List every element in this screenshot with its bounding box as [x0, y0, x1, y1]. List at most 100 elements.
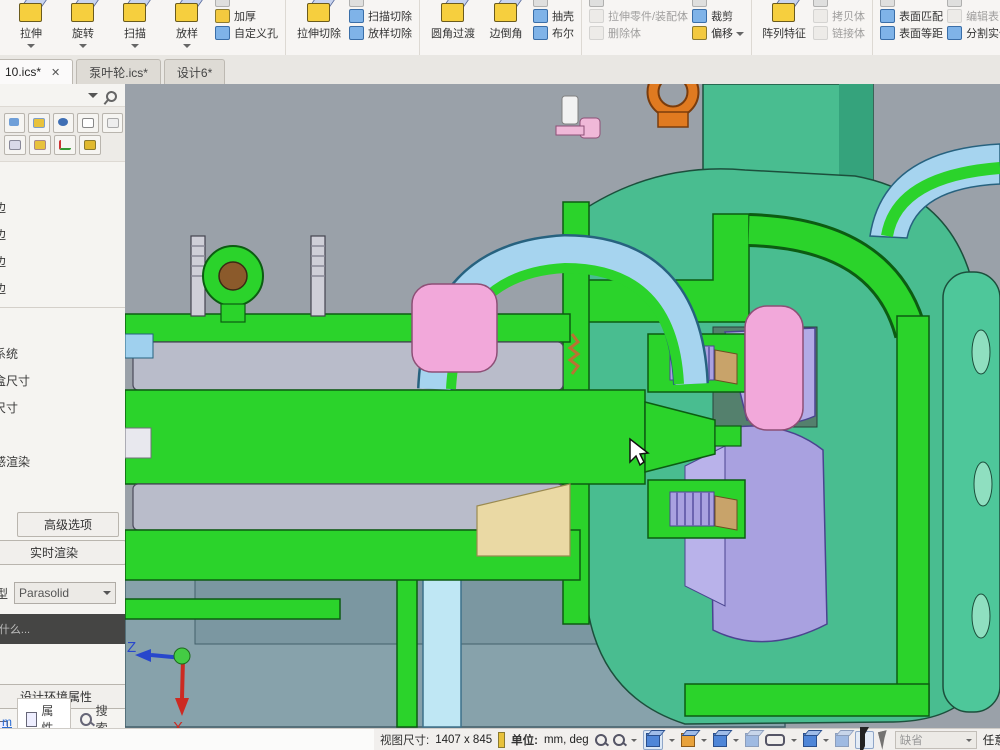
extrude-part-assembly-button[interactable]: 拉伸零件/装配体 [589, 7, 688, 24]
body-column-2: 裁剪 偏移 [692, 0, 744, 41]
video-overlay[interactable]: ❮ 什么... [0, 614, 126, 644]
tree-item-hidden-edges[interactable]: 隐藏边 [0, 276, 125, 303]
tree-item-surface-edges[interactable]: 曲面边 [0, 222, 125, 249]
copy-body-icon [813, 9, 828, 23]
document-tab-design6[interactable]: 设计6* [164, 59, 225, 84]
delete-body-button[interactable]: 删除体 [589, 24, 688, 41]
glasses-icon[interactable] [765, 734, 785, 746]
camera-cube-icon[interactable] [713, 733, 727, 747]
parts-icon[interactable] [29, 135, 51, 155]
edit-sheet-icon[interactable] [77, 113, 98, 133]
properties-panel: 显示 零件边 曲面边 轮廓边 隐藏边 光源 坐标系统 包围盒尺寸 物理尺寸 渲染… [0, 84, 126, 728]
chevron-down-icon[interactable] [79, 44, 87, 52]
document-tab-current[interactable]: 10.ics* ✕ [0, 59, 73, 84]
thicken-button[interactable]: 加厚 [215, 7, 278, 24]
zoom-out-icon[interactable] [595, 734, 607, 746]
shaded-cube-icon[interactable] [803, 733, 817, 747]
chevron-down-icon[interactable] [701, 739, 707, 745]
render-mode-icon[interactable] [681, 733, 695, 747]
display-options-tree: 显示 零件边 曲面边 轮廓边 隐藏边 [0, 168, 125, 303]
chevron-down-icon[interactable] [823, 739, 829, 745]
tree-item-realistic-render[interactable]: 真实感渲染 [0, 449, 125, 476]
chevron-down-icon[interactable] [791, 739, 797, 745]
loft-button[interactable]: 放样 [161, 0, 213, 52]
chevron-down-icon[interactable] [733, 739, 739, 745]
chevron-down-icon[interactable] [631, 739, 637, 745]
solid-block-icon[interactable] [79, 135, 101, 155]
trim-button[interactable]: 裁剪 [692, 7, 744, 24]
custom-hole-icon [215, 26, 230, 40]
offset-button[interactable]: 偏移 [692, 24, 744, 41]
triad-icon[interactable] [54, 135, 76, 155]
statusbar: 视图尺寸: 1407 x 845 单位: mm, deg 缺省 [0, 728, 1000, 750]
grid-icon[interactable] [4, 135, 26, 155]
document-tabbar: 10.ics* ✕ 泵叶轮.ics* 设计6* [0, 55, 1000, 85]
extrude-button[interactable]: 拉伸 [5, 0, 57, 52]
tree-item-lights[interactable]: 光源 [0, 314, 125, 341]
surface-match-button[interactable]: 表面匹配 [880, 7, 943, 24]
chevron-down-icon[interactable] [183, 44, 191, 52]
loft-cut-button[interactable]: 放样切除 [349, 24, 412, 41]
copy-body-button[interactable]: 拷贝体 [813, 7, 865, 24]
sweep-cut-button[interactable]: 扫描切除 [349, 7, 412, 24]
surface-display-icon[interactable] [28, 113, 49, 133]
split-solid-surface-button[interactable]: 分割实体表面 [947, 24, 1000, 41]
chevron-down-icon[interactable] [736, 32, 744, 40]
custom-hole-button[interactable]: 自定义孔 [215, 24, 278, 41]
tree-section-display[interactable]: 显示 [0, 168, 125, 195]
3d-viewport[interactable]: Z X [125, 84, 1000, 728]
tree-section-render[interactable]: 渲染 [0, 422, 125, 449]
shell-button[interactable]: 抽壳 [533, 7, 574, 24]
properties-sheet-icon [26, 712, 37, 727]
tree-item-physical-size[interactable]: 物理尺寸 [0, 395, 125, 422]
revolve-button[interactable]: 旋转 [57, 0, 109, 52]
ruler-icon[interactable] [498, 732, 505, 748]
edit-surface-radius-button[interactable]: 编辑表面半径 [947, 7, 1000, 24]
cut-extra-column: 扫描切除 放样切除 [349, 0, 412, 41]
kernel-label: 内核类型 [0, 585, 8, 602]
chevron-down-icon[interactable] [88, 93, 98, 103]
tree-item-vr[interactable]: VR [0, 476, 125, 503]
tree-item-silhouette-edges[interactable]: 轮廓边 [0, 249, 125, 276]
units-value: mm, deg [544, 734, 589, 746]
fillet-button[interactable]: 圆角过渡 [425, 0, 481, 41]
zoom-window-icon[interactable] [613, 734, 625, 746]
tree-item-part-edges[interactable]: 零件边 [0, 195, 125, 222]
revolve-icon [68, 0, 98, 22]
extrude-cut-button[interactable]: 拉伸切除 [291, 0, 347, 41]
render-settings-icon[interactable] [4, 113, 25, 133]
advanced-options-button[interactable]: 高级选项 [17, 512, 119, 537]
view-size-value: 1407 x 845 [435, 734, 492, 746]
clipped-toolbar-item [947, 0, 1000, 7]
cursor-icon[interactable] [878, 730, 891, 750]
create-extra-column: 加厚 自定义孔 [215, 0, 278, 41]
document-tab-impeller[interactable]: 泵叶轮.ics* [76, 59, 161, 84]
chevron-down-icon[interactable] [27, 44, 35, 52]
pattern-feature-button[interactable]: 阵列特征 [757, 0, 811, 41]
select-cursor-button[interactable] [855, 731, 874, 749]
tab-properties[interactable]: 属性 [17, 698, 71, 728]
surface-column-2: 编辑表面半径 分割实体表面 [947, 0, 1000, 41]
view-orientation-button[interactable] [643, 730, 663, 750]
chevron-down-icon[interactable] [131, 44, 139, 52]
ghost-cube-icon[interactable] [745, 733, 759, 747]
config-select[interactable]: 缺省 [895, 731, 977, 749]
close-icon[interactable]: ✕ [51, 66, 60, 79]
link-body-button[interactable]: 链接体 [813, 24, 865, 41]
kernel-select[interactable]: Parasolid [14, 582, 116, 604]
tree-item-coordinate-system[interactable]: 坐标系统 [0, 341, 125, 368]
sweep-button[interactable]: 扫描 [109, 0, 161, 52]
quality-badge-icon[interactable] [53, 113, 74, 133]
tree-item-bounding-box[interactable]: 包围盒尺寸 [0, 368, 125, 395]
pin-icon[interactable] [104, 88, 119, 103]
pattern-feature-icon [769, 0, 799, 22]
tab-search[interactable]: 搜索 [71, 698, 125, 728]
upper-bore [133, 342, 563, 390]
realtime-render-button[interactable]: 实时渲染 [0, 540, 126, 565]
surface-offset-button[interactable]: 表面等距 [880, 24, 943, 41]
boolean-button[interactable]: 布尔 [533, 24, 574, 41]
frame-icon[interactable] [102, 113, 123, 133]
chamfer-button[interactable]: 边倒角 [481, 0, 531, 41]
left-fitting [125, 334, 153, 358]
chevron-down-icon[interactable] [669, 739, 675, 745]
